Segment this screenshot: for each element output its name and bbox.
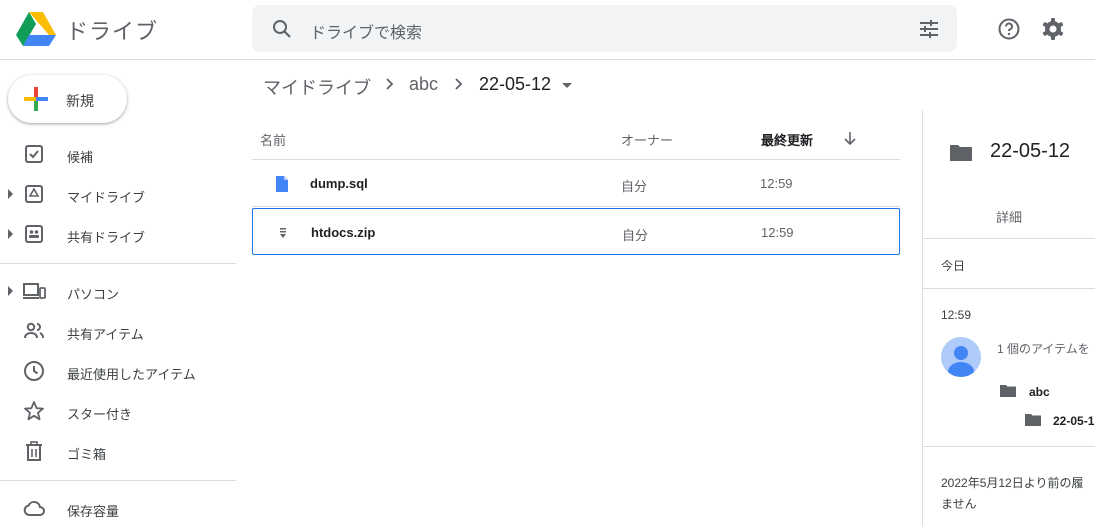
- folder-icon: [1000, 385, 1016, 397]
- zip-file-icon: [280, 228, 286, 238]
- history-note-line1: 2022年5月12日より前の履: [941, 476, 1084, 490]
- file-owner: 自分: [621, 179, 648, 194]
- folder-icon: [950, 145, 972, 161]
- sidebar-divider: [0, 263, 236, 264]
- sidebar-item-suggested[interactable]: 候補: [0, 136, 236, 172]
- search-bar[interactable]: ドライブで検索: [252, 5, 957, 52]
- expand-arrow-icon[interactable]: [8, 189, 13, 199]
- table-row[interactable]: htdocs.zip 自分 12:59: [252, 208, 900, 255]
- drive-logo-icon[interactable]: [16, 10, 56, 46]
- sidebar-divider: [0, 480, 236, 481]
- expand-arrow-icon[interactable]: [8, 229, 13, 239]
- chevron-right-icon: [386, 78, 394, 90]
- star-icon: [24, 401, 44, 421]
- sidebar-item-storage[interactable]: 保存容量: [0, 490, 236, 526]
- column-header-name[interactable]: 名前: [260, 130, 286, 149]
- sidebar-item-trash[interactable]: ゴミ箱: [0, 433, 236, 469]
- help-icon[interactable]: [996, 16, 1022, 42]
- sidebar-item-shared-drives[interactable]: 共有ドライブ: [0, 216, 236, 252]
- my-drive-icon: [25, 185, 43, 203]
- breadcrumb-item-current[interactable]: 22-05-12: [479, 74, 551, 95]
- search-input[interactable]: ドライブで検索: [310, 19, 422, 43]
- avatar-head: [954, 346, 968, 360]
- details-title: 22-05-12: [990, 140, 1071, 162]
- column-header-modified[interactable]: 最終更新: [761, 130, 813, 149]
- settings-gear-icon[interactable]: [1040, 16, 1066, 42]
- table-row[interactable]: dump.sql 自分 12:59: [252, 160, 900, 207]
- app-name[interactable]: ドライブ: [66, 14, 158, 46]
- arrow-down-icon[interactable]: [842, 130, 858, 146]
- panel-divider: [923, 238, 1095, 239]
- activity-folder-abc[interactable]: abc: [1029, 385, 1050, 399]
- tab-details[interactable]: 詳細: [996, 207, 1022, 226]
- breadcrumb: マイドライブ abc 22-05-12: [252, 60, 1095, 108]
- shared-drive-icon: [25, 225, 43, 243]
- activity-description: 1 個のアイテムを: [997, 342, 1090, 356]
- avatar: [941, 337, 981, 377]
- column-header-owner[interactable]: オーナー: [621, 130, 673, 149]
- activity-folder-current[interactable]: 22-05-1: [1053, 414, 1094, 428]
- plus-icon: [24, 87, 48, 111]
- file-name: htdocs.zip: [311, 225, 376, 240]
- trash-icon: [26, 441, 42, 461]
- new-button-label: 新規: [66, 93, 94, 109]
- sidebar-item-label: ゴミ箱: [67, 447, 107, 462]
- sidebar-item-my-drive[interactable]: マイドライブ: [0, 176, 236, 212]
- sidebar-item-label: 最近使用したアイテム: [67, 367, 196, 382]
- search-icon[interactable]: [270, 17, 294, 41]
- avatar-body: [948, 362, 974, 377]
- panel-divider: [923, 446, 1095, 447]
- document-file-icon: [276, 176, 288, 192]
- search-options-icon[interactable]: [917, 17, 941, 41]
- sidebar-item-recent[interactable]: 最近使用したアイテム: [0, 353, 236, 389]
- sidebar-item-label: 保存容量: [67, 504, 120, 519]
- details-panel: 22-05-12 詳細 今日 12:59 1 個のアイテムを abc 22-05…: [922, 110, 1095, 526]
- new-button[interactable]: 新規: [8, 75, 127, 123]
- top-bar: ドライブ ドライブで検索: [0, 0, 1095, 60]
- expand-arrow-icon[interactable]: [8, 286, 13, 296]
- breadcrumb-item-my-drive[interactable]: マイドライブ: [263, 74, 371, 100]
- history-note-line2: ません: [941, 497, 977, 511]
- file-modified: 12:59: [761, 225, 794, 240]
- sidebar-item-label: 共有アイテム: [67, 327, 144, 342]
- file-name: dump.sql: [310, 176, 368, 191]
- file-list-header: 名前 オーナー 最終更新: [252, 110, 900, 160]
- sidebar-item-label: 共有ドライブ: [67, 230, 146, 245]
- panel-divider: [923, 288, 1095, 289]
- clock-icon: [24, 361, 44, 381]
- check-box-icon: [25, 145, 43, 163]
- chevron-down-icon[interactable]: [562, 83, 572, 88]
- sidebar-item-computers[interactable]: パソコン: [0, 273, 236, 309]
- computer-icon: [23, 283, 46, 299]
- sidebar-item-label: 候補: [67, 150, 94, 165]
- file-owner: 自分: [622, 228, 649, 243]
- chevron-right-icon: [455, 78, 463, 90]
- sidebar-item-label: スター付き: [67, 407, 133, 422]
- sidebar-item-label: マイドライブ: [67, 190, 146, 205]
- file-modified: 12:59: [760, 176, 793, 191]
- sidebar-item-shared-with-me[interactable]: 共有アイテム: [0, 313, 236, 349]
- activity-date: 今日: [941, 259, 966, 273]
- cloud-icon: [23, 501, 45, 516]
- folder-icon: [1025, 414, 1041, 426]
- sidebar-item-label: パソコン: [67, 287, 120, 302]
- people-icon: [24, 322, 44, 339]
- sidebar-item-starred[interactable]: スター付き: [0, 393, 236, 429]
- activity-time: 12:59: [941, 308, 972, 322]
- breadcrumb-item-abc[interactable]: abc: [409, 74, 438, 95]
